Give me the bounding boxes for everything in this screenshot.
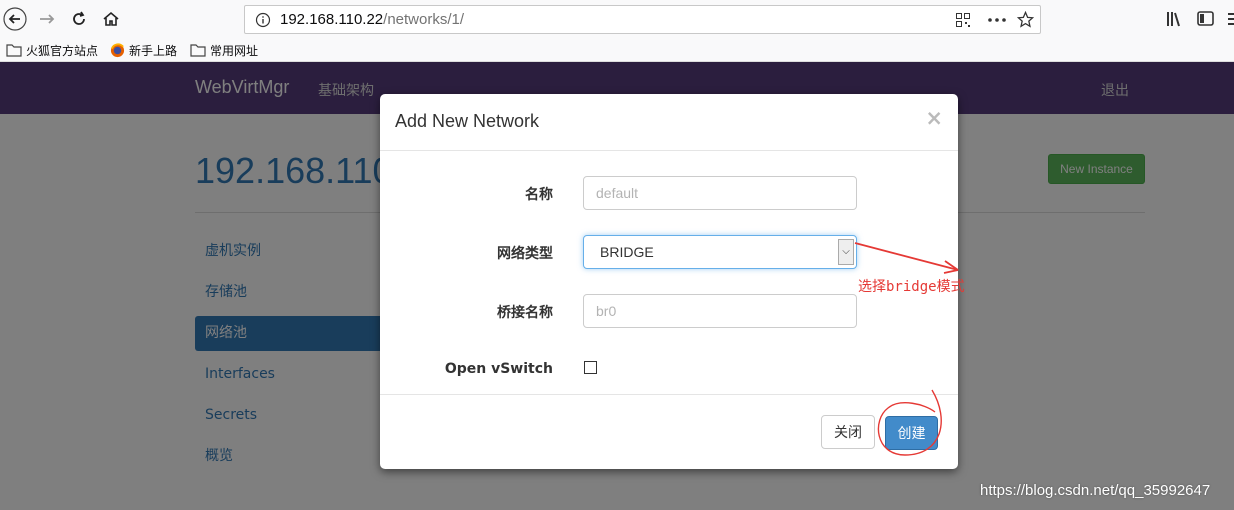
bookmark-item[interactable]: 新手上路 [110, 41, 177, 59]
close-icon[interactable]: × [925, 106, 943, 130]
folder-icon [6, 44, 22, 57]
type-label: 网络类型 [497, 246, 553, 262]
menu-icon[interactable] [1228, 11, 1234, 27]
bridge-label: 桥接名称 [497, 305, 553, 321]
reload-icon [73, 11, 85, 25]
url-host: 192.168.110.22 [280, 11, 384, 28]
modal-header: Add New Network × [380, 94, 958, 151]
annotation-text: 选择bridge模式 [858, 279, 965, 295]
chevron-down-icon[interactable]: ⌵ [838, 239, 854, 265]
library-icon[interactable] [1166, 11, 1184, 27]
bookmarks-bar: 火狐官方站点 新手上路 常用网址 [0, 38, 1234, 62]
more-actions-icon[interactable] [988, 18, 1006, 22]
browser-toolbar: 192.168.110.22/networks/1/ [0, 0, 1234, 38]
watermark: https://blog.csdn.net/qq_35992647 [980, 482, 1211, 499]
name-label: 名称 [525, 187, 553, 203]
info-icon [255, 12, 271, 28]
create-button[interactable]: 创建 [885, 416, 938, 450]
star-icon[interactable] [1017, 11, 1034, 28]
bookmark-label: 常用网址 [210, 43, 259, 58]
ovs-label: Open vSwitch [444, 361, 553, 377]
close-button[interactable]: 关闭 [821, 415, 875, 449]
url-path: /networks/1/ [383, 11, 465, 28]
name-row: 名称 [380, 176, 958, 210]
url-text: 192.168.110.22/networks/1/ [280, 11, 464, 28]
network-type-select[interactable]: BRIDGE ⌵ [583, 235, 857, 269]
home-button[interactable] [98, 6, 124, 32]
ovs-row: Open vSwitch [380, 353, 958, 387]
qr-code-icon[interactable] [956, 13, 970, 27]
modal-title: Add New Network [395, 111, 540, 131]
bridge-row: 桥接名称 [380, 294, 958, 328]
home-icon [103, 11, 119, 26]
network-type-value: BRIDGE [600, 244, 654, 260]
bridge-name-input[interactable] [583, 294, 857, 328]
back-button[interactable] [2, 6, 28, 32]
bookmark-item[interactable]: 常用网址 [190, 41, 258, 59]
name-input[interactable] [583, 176, 857, 210]
back-arrow-icon [3, 7, 27, 31]
forward-arrow-icon [40, 14, 55, 24]
sidebar-toggle-icon[interactable] [1197, 11, 1214, 26]
ovs-checkbox[interactable] [584, 361, 597, 374]
firefox-icon [110, 42, 125, 57]
bookmark-item[interactable]: 火狐官方站点 [6, 41, 98, 59]
type-row: 网络类型 BRIDGE ⌵ [380, 235, 958, 269]
address-bar[interactable]: 192.168.110.22/networks/1/ [244, 5, 1041, 34]
forward-button[interactable] [34, 6, 60, 32]
modal-footer: 关闭 创建 [380, 394, 958, 469]
bookmark-label: 新手上路 [129, 43, 178, 58]
bookmark-label: 火狐官方站点 [26, 43, 99, 58]
folder-icon [190, 44, 206, 57]
reload-button[interactable] [66, 6, 92, 32]
